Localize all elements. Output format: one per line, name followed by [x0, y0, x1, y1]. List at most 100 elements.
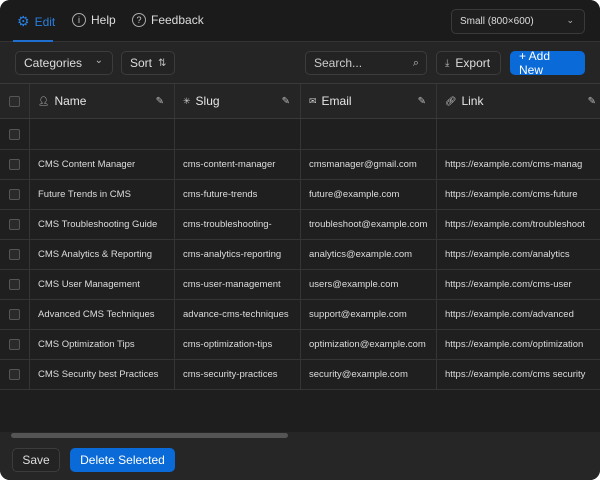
- table-cell-name[interactable]: CMS User Management: [30, 270, 175, 299]
- table-header-row: 👤︎ Name ✎ ✳︎ Slug ✎ ✉︎ Email ✎ 🔗︎ Link ✎: [0, 84, 600, 119]
- table-cell-name[interactable]: Future Trends in CMS: [30, 180, 175, 209]
- table-cell-email[interactable]: future@example.com: [301, 180, 437, 209]
- table-cell-slug[interactable]: [175, 119, 301, 149]
- row-checkbox[interactable]: [9, 189, 20, 200]
- row-select-cell: [0, 150, 30, 179]
- table-cell-name[interactable]: [30, 119, 175, 149]
- table-cell-link[interactable]: https://example.com/cms-user: [437, 270, 600, 299]
- table-cell-name[interactable]: Advanced CMS Techniques: [30, 300, 175, 329]
- pencil-icon[interactable]: ✎: [156, 96, 164, 107]
- user-icon: 👤︎: [38, 95, 50, 106]
- column-header-name[interactable]: 👤︎ Name ✎: [30, 84, 175, 118]
- row-checkbox[interactable]: [9, 219, 20, 230]
- table-cell-email[interactable]: troubleshoot@example.com: [301, 210, 437, 239]
- table-row[interactable]: CMS Security best Practices cms-security-…: [0, 360, 600, 390]
- table-cell-link[interactable]: https://example.com/cms-manag: [437, 150, 600, 179]
- table-row[interactable]: CMS Content Manager cms-content-manager cm…: [0, 150, 600, 180]
- table-cell-link[interactable]: https://example.com/cms-future: [437, 180, 600, 209]
- table-cell-slug[interactable]: cms-future-trends: [175, 180, 301, 209]
- pencil-icon[interactable]: ✎: [418, 96, 426, 107]
- table-cell-email[interactable]: security@example.com: [301, 360, 437, 389]
- row-checkbox[interactable]: [9, 279, 20, 290]
- table-cell-slug[interactable]: advance-cms-techniques: [175, 300, 301, 329]
- toolbar: Categories ⌄ Sort ⇅ Search... ⌕ ⤓ Export…: [0, 42, 600, 84]
- search-input[interactable]: Search... ⌕: [305, 51, 427, 75]
- column-header-email[interactable]: ✉︎ Email ✎: [301, 84, 437, 118]
- size-select[interactable]: Small (800×600) ⌄: [451, 9, 585, 34]
- column-label: Email: [321, 94, 352, 108]
- help-tab[interactable]: i Help: [72, 13, 116, 27]
- table-cell-email[interactable]: users@example.com: [301, 270, 437, 299]
- delete-selected-label: Delete Selected: [80, 453, 165, 467]
- export-button[interactable]: ⤓ Export: [436, 51, 501, 75]
- table-cell-email[interactable]: optimization@example.com: [301, 330, 437, 359]
- table-cell-name[interactable]: CMS Analytics & Reporting: [30, 240, 175, 269]
- question-icon: ?: [132, 13, 146, 27]
- row-checkbox[interactable]: [9, 249, 20, 260]
- column-label: Slug: [195, 94, 220, 108]
- table-cell-email[interactable]: cmsmanager@gmail.com: [301, 150, 437, 179]
- sort-icon: ⇅: [158, 57, 167, 69]
- select-all-checkbox[interactable]: [9, 95, 20, 107]
- row-select-cell: [0, 119, 30, 149]
- column-header-slug[interactable]: ✳︎ Slug ✎: [175, 84, 301, 118]
- table-row[interactable]: Advanced CMS Techniques advance-cms-techn…: [0, 300, 600, 330]
- table-cell-email[interactable]: analytics@example.com: [301, 240, 437, 269]
- sort-button[interactable]: Sort ⇅: [121, 51, 175, 75]
- table-cell-slug[interactable]: cms-optimization-tips: [175, 330, 301, 359]
- row-select-cell: [0, 360, 30, 389]
- table-cell-link[interactable]: https://example.com/advanced: [437, 300, 600, 329]
- add-new-button[interactable]: + Add New: [510, 49, 585, 77]
- table-cell-name[interactable]: CMS Troubleshooting Guide: [30, 210, 175, 239]
- row-checkbox[interactable]: [9, 339, 20, 350]
- table-cell-slug[interactable]: cms-troubleshooting-: [175, 210, 301, 239]
- table-cell-slug[interactable]: cms-content-manager: [175, 150, 301, 179]
- save-label: Save: [22, 453, 50, 467]
- top-bar: ⚙ Edit i Help ? Feedback Small (800×600)…: [0, 0, 600, 42]
- table-row[interactable]: [0, 119, 600, 150]
- table-cell-link[interactable]: https://example.com/cms security: [437, 360, 600, 389]
- pencil-icon[interactable]: ✎: [282, 96, 290, 107]
- feedback-tab[interactable]: ? Feedback: [132, 13, 204, 27]
- table-cell-name[interactable]: CMS Security best Practices: [30, 360, 175, 389]
- categories-dropdown[interactable]: Categories ⌄: [15, 51, 113, 75]
- edit-tab[interactable]: ⚙ Edit: [17, 13, 55, 30]
- table-cell-link[interactable]: https://example.com/troubleshoot: [437, 210, 600, 239]
- row-select-cell: [0, 180, 30, 209]
- row-select-cell: [0, 300, 30, 329]
- feedback-label: Feedback: [151, 13, 204, 27]
- chevron-down-icon: ⌄: [566, 15, 574, 25]
- table-cell-link[interactable]: [437, 119, 600, 149]
- add-new-label: + Add New: [519, 49, 551, 77]
- table-row[interactable]: Future Trends in CMS cms-future-trends fut…: [0, 180, 600, 210]
- table-row[interactable]: CMS Optimization Tips cms-optimization-ti…: [0, 330, 600, 360]
- scrollbar-thumb[interactable]: [11, 433, 288, 438]
- row-checkbox[interactable]: [9, 159, 20, 170]
- table-cell-name[interactable]: CMS Optimization Tips: [30, 330, 175, 359]
- table-cell-slug[interactable]: cms-security-practices: [175, 360, 301, 389]
- table-cell-link[interactable]: https://example.com/analytics: [437, 240, 600, 269]
- horizontal-scrollbar[interactable]: [0, 432, 600, 440]
- row-select-cell: [0, 240, 30, 269]
- edit-label: Edit: [34, 14, 56, 29]
- row-select-cell: [0, 270, 30, 299]
- save-button[interactable]: Save: [12, 448, 60, 472]
- table-cell-email[interactable]: support@example.com: [301, 300, 437, 329]
- table-cell-link[interactable]: https://example.com/optimization: [437, 330, 600, 359]
- table-row[interactable]: CMS User Management cms-user-management us…: [0, 270, 600, 300]
- table-cell-name[interactable]: CMS Content Manager: [30, 150, 175, 179]
- pencil-icon[interactable]: ✎: [588, 96, 596, 107]
- table-cell-email[interactable]: [301, 119, 437, 149]
- row-checkbox[interactable]: [9, 369, 20, 380]
- table-cell-slug[interactable]: cms-user-management: [175, 270, 301, 299]
- delete-selected-button[interactable]: Delete Selected: [70, 448, 175, 472]
- row-checkbox[interactable]: [9, 128, 20, 140]
- column-label: Name: [54, 94, 87, 108]
- chevron-down-icon: ⌄: [94, 55, 103, 66]
- row-checkbox[interactable]: [9, 309, 20, 320]
- table-row[interactable]: CMS Troubleshooting Guide cms-troubleshoo…: [0, 210, 600, 240]
- column-header-link[interactable]: 🔗︎ Link ✎: [437, 84, 600, 118]
- table-cell-slug[interactable]: cms-analytics-reporting: [175, 240, 301, 269]
- table-row[interactable]: CMS Analytics & Reporting cms-analytics-r…: [0, 240, 600, 270]
- search-placeholder: Search...: [314, 56, 363, 70]
